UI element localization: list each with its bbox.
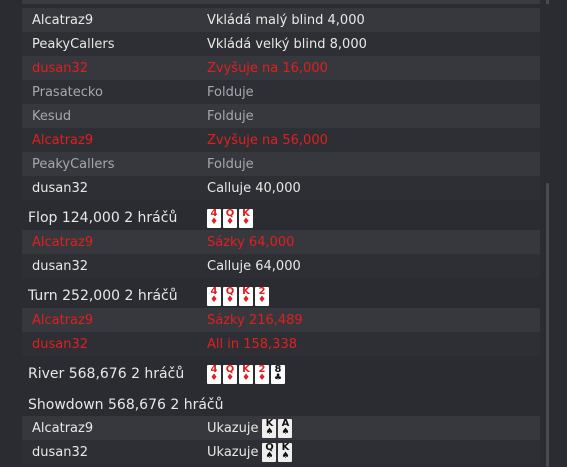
player-name: dusan32 (32, 336, 89, 352)
player-name: Prasatecko (32, 84, 103, 100)
showdown-action: Ukazuje Q ♠ K ♠ (207, 442, 293, 462)
action-row: dusan32 Calluje 40,000 (22, 176, 540, 200)
action-text: Zvyšuje na 56,000 (207, 132, 328, 148)
action-row: PeakyCallers Vkládá velký blind 8,000 (22, 32, 540, 56)
card: 4 ♦ (207, 365, 221, 384)
card: A ♠ (278, 418, 293, 438)
action-text: Sázky 64,000 (207, 234, 295, 250)
card: Q ♠ (262, 442, 277, 462)
player-name: Alcatraz9 (32, 312, 94, 328)
hand-history-log[interactable]: Alcatraz9 Vkládá malý blind 4,000 PeakyC… (0, 0, 556, 467)
player-name: Alcatraz9 (32, 234, 94, 250)
action-row: Prasatecko Folduje (22, 80, 540, 104)
card: Q ♦ (223, 209, 237, 228)
hole-cards: Q ♠ K ♠ (262, 442, 293, 462)
card: K ♠ (262, 418, 277, 438)
card: 8 ♣ (271, 365, 285, 384)
player-name: Kesud (32, 108, 72, 124)
card: K ♦ (239, 365, 253, 384)
card: K ♦ (239, 287, 253, 306)
street-label: Turn 252,000 2 hráčů (28, 288, 178, 304)
card: 2 ♦ (255, 287, 269, 306)
action-row: Alcatraz9 Vkládá malý blind 4,000 (22, 8, 540, 32)
player-name: dusan32 (32, 444, 89, 460)
action-text: Vkládá velký blind 8,000 (207, 36, 367, 52)
player-name: dusan32 (32, 258, 89, 274)
card: Q ♦ (223, 287, 237, 306)
scrollbar-top-cap (546, 0, 549, 4)
action-row: dusan32 Zvyšuje na 16,000 (22, 56, 540, 80)
action-text: Folduje (207, 84, 254, 100)
street-header-turn: Turn 252,000 2 hráčů 4 ♦ Q ♦ K ♦ 2 ♦ (22, 282, 540, 310)
action-row: dusan32 Calluje 64,000 (22, 254, 540, 278)
card: 4 ♦ (207, 287, 221, 306)
player-name: PeakyCallers (32, 36, 115, 52)
action-text: Folduje (207, 156, 254, 172)
card: Q ♦ (223, 365, 237, 384)
hole-cards: K ♠ A ♠ (262, 418, 293, 438)
action-text: Vkládá malý blind 4,000 (207, 12, 365, 28)
action-row: PeakyCallers Folduje (22, 152, 540, 176)
street-header-flop: Flop 124,000 2 hráčů 4 ♦ Q ♦ K ♦ (22, 204, 540, 232)
street-header-river: River 568,676 2 hráčů 4 ♦ Q ♦ K ♦ 2 ♦ 8 ♣ (22, 360, 540, 388)
action-row: Alcatraz9 Zvyšuje na 56,000 (22, 128, 540, 152)
card: K ♦ (239, 209, 253, 228)
board-cards: 4 ♦ Q ♦ K ♦ (207, 209, 253, 228)
action-text: Ukazuje (207, 420, 259, 436)
card: K ♠ (278, 442, 293, 462)
player-name: dusan32 (32, 60, 89, 76)
street-label: River 568,676 2 hráčů (28, 366, 185, 382)
card: 2 ♦ (255, 365, 269, 384)
action-text: Folduje (207, 108, 254, 124)
showdown-row: dusan32 Ukazuje Q ♠ K ♠ (22, 440, 540, 464)
action-row: Alcatraz9 Sázky 216,489 (22, 308, 540, 332)
action-text: All in 158,338 (207, 336, 297, 352)
action-text: Zvyšuje na 16,000 (207, 60, 328, 76)
showdown-action: Ukazuje K ♠ A ♠ (207, 418, 293, 438)
action-text: Ukazuje (207, 444, 259, 460)
player-name: dusan32 (32, 180, 89, 196)
action-row: dusan32 All in 158,338 (22, 332, 540, 356)
action-text: Sázky 216,489 (207, 312, 303, 328)
street-label: Flop 124,000 2 hráčů (28, 210, 178, 226)
player-name: Alcatraz9 (32, 12, 94, 28)
action-text: Calluje 40,000 (207, 180, 301, 196)
action-row: Alcatraz9 Sázky 64,000 (22, 230, 540, 254)
player-name: Alcatraz9 (32, 132, 94, 148)
action-text: Calluje 64,000 (207, 258, 301, 274)
street-header-showdown: Showdown 568,676 2 hráčů (22, 391, 540, 419)
board-cards: 4 ♦ Q ♦ K ♦ 2 ♦ 8 ♣ (207, 365, 285, 384)
player-name: Alcatraz9 (32, 420, 94, 436)
scrollbar-thumb[interactable] (546, 183, 549, 467)
street-label: Showdown 568,676 2 hráčů (28, 397, 224, 413)
top-divider (22, 0, 540, 4)
action-row: Kesud Folduje (22, 104, 540, 128)
showdown-row: Alcatraz9 Ukazuje K ♠ A ♠ (22, 416, 540, 440)
board-cards: 4 ♦ Q ♦ K ♦ 2 ♦ (207, 287, 269, 306)
player-name: PeakyCallers (32, 156, 115, 172)
card: 4 ♦ (207, 209, 221, 228)
